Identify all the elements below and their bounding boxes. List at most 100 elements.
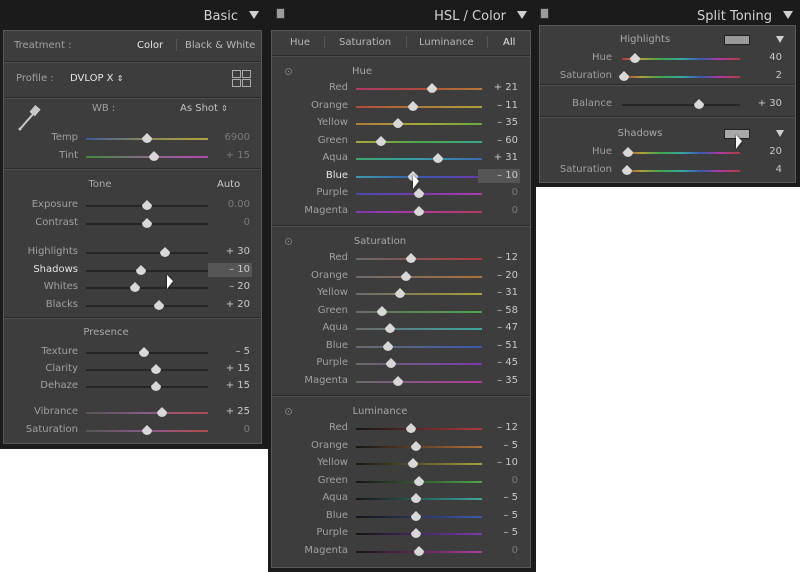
slider-track[interactable] (356, 440, 482, 451)
basic-panel-header[interactable]: Basic (0, 0, 268, 32)
slider-track[interactable] (356, 135, 482, 146)
slider-value[interactable]: + 30 (210, 246, 250, 257)
slider-value[interactable]: 0 (480, 545, 518, 556)
slider-value[interactable]: + 15 (210, 380, 250, 391)
slider-value[interactable]: – 5 (480, 510, 518, 521)
slider-track[interactable] (86, 381, 208, 391)
treatment-color[interactable]: Color (137, 40, 163, 51)
slider-value[interactable]: 0 (480, 475, 518, 486)
slider-track[interactable] (356, 170, 482, 181)
slider-track[interactable] (619, 70, 740, 81)
slider-value[interactable]: 0.00 (210, 199, 250, 210)
slider-value[interactable]: – 20 (210, 281, 250, 292)
slider-value[interactable]: – 10 (480, 457, 518, 468)
wb-select[interactable]: As Shot ⇕ (180, 103, 228, 114)
slider-value[interactable]: 0 (210, 424, 250, 435)
slider-value[interactable]: + 20 (210, 299, 250, 310)
slider-value[interactable]: 4 (740, 164, 782, 175)
tab-saturation[interactable]: Saturation (339, 37, 391, 48)
slider-track[interactable] (356, 528, 482, 538)
hsl-panel-header[interactable]: HSL / Color (268, 0, 536, 32)
slider-track[interactable] (86, 200, 208, 210)
tab-all[interactable]: All (503, 37, 515, 48)
shadows-picker-triangle-icon[interactable] (776, 130, 784, 137)
slider-value[interactable]: + 30 (740, 98, 782, 109)
slider-value[interactable]: – 10 (480, 170, 518, 181)
tab-luminance[interactable]: Luminance (419, 37, 474, 48)
highlights-picker-triangle-icon[interactable] (776, 36, 784, 43)
slider-value[interactable]: + 31 (480, 152, 518, 163)
slider-value[interactable]: – 31 (480, 287, 518, 298)
slider-track[interactable] (356, 323, 482, 333)
slider-value[interactable]: 0 (480, 205, 518, 216)
slider-track[interactable] (622, 53, 740, 63)
luminance-target-adjust-icon[interactable] (285, 408, 292, 415)
slider-value[interactable]: – 35 (480, 375, 518, 386)
slider-track[interactable] (356, 270, 482, 281)
slider-track[interactable] (356, 305, 482, 316)
slider-track[interactable] (86, 282, 208, 292)
slider-track[interactable] (356, 188, 482, 198)
slider-track[interactable] (356, 458, 482, 468)
slider-track[interactable] (356, 83, 482, 93)
slider-track[interactable] (356, 358, 482, 368)
slider-track[interactable] (86, 299, 208, 310)
slider-value[interactable]: 2 (740, 70, 782, 81)
slider-track[interactable] (86, 264, 208, 275)
slider-value[interactable]: – 47 (480, 322, 518, 333)
slider-track[interactable] (356, 545, 482, 556)
slider-value[interactable]: – 5 (480, 492, 518, 503)
slider-value[interactable]: + 15 (210, 150, 250, 161)
slider-value[interactable]: – 10 (210, 264, 250, 275)
slider-value[interactable]: – 45 (480, 357, 518, 368)
slider-track[interactable] (356, 340, 482, 351)
slider-track[interactable] (86, 424, 208, 435)
slider-track[interactable] (356, 153, 482, 163)
collapse-triangle-icon[interactable] (249, 11, 259, 19)
slider-track[interactable] (356, 423, 482, 433)
slider-track[interactable] (356, 475, 482, 486)
auto-tone-button[interactable]: Auto (217, 179, 240, 190)
slider-value[interactable]: – 5 (210, 346, 250, 357)
slider-value[interactable]: – 11 (480, 100, 518, 111)
slider-track[interactable] (86, 151, 208, 161)
treatment-bw[interactable]: Black & White (185, 40, 255, 51)
panel-switch-icon[interactable] (276, 8, 285, 19)
slider-value[interactable]: – 5 (480, 440, 518, 451)
slider-value[interactable]: 20 (740, 146, 782, 157)
profile-select[interactable]: DVLOP X ⇕ (70, 73, 123, 84)
slider-track[interactable] (86, 218, 208, 228)
slider-value[interactable]: – 58 (480, 305, 518, 316)
white-balance-eyedropper-icon[interactable] (14, 103, 44, 133)
saturation-target-adjust-icon[interactable] (285, 238, 292, 245)
slider-track[interactable] (86, 133, 208, 143)
slider-value[interactable]: 0 (480, 187, 518, 198)
slider-track[interactable] (356, 205, 482, 216)
slider-value[interactable]: 6900 (210, 132, 250, 143)
slider-value[interactable]: – 35 (480, 117, 518, 128)
hue-target-adjust-icon[interactable] (285, 68, 292, 75)
tab-hue[interactable]: Hue (290, 37, 310, 48)
panel-switch-icon[interactable] (540, 8, 549, 19)
slider-track[interactable] (356, 253, 482, 263)
highlights-color-swatch[interactable] (724, 35, 750, 45)
slider-value[interactable]: – 12 (480, 252, 518, 263)
slider-track[interactable] (622, 99, 740, 109)
slider-value[interactable]: – 20 (480, 270, 518, 281)
slider-track[interactable] (356, 100, 482, 111)
slider-track[interactable] (622, 147, 740, 157)
slider-track[interactable] (356, 493, 482, 503)
slider-value[interactable]: 40 (740, 52, 782, 63)
collapse-triangle-icon[interactable] (517, 11, 527, 19)
slider-track[interactable] (356, 118, 482, 128)
slider-value[interactable]: – 60 (480, 135, 518, 146)
slider-value[interactable]: + 25 (210, 406, 250, 417)
slider-value[interactable]: + 21 (480, 82, 518, 93)
collapse-triangle-icon[interactable] (783, 11, 793, 19)
slider-track[interactable] (621, 164, 740, 175)
slider-value[interactable]: + 15 (210, 363, 250, 374)
slider-value[interactable]: – 5 (480, 527, 518, 538)
slider-track[interactable] (356, 510, 482, 521)
slider-track[interactable] (86, 364, 208, 374)
slider-value[interactable]: – 12 (480, 422, 518, 433)
